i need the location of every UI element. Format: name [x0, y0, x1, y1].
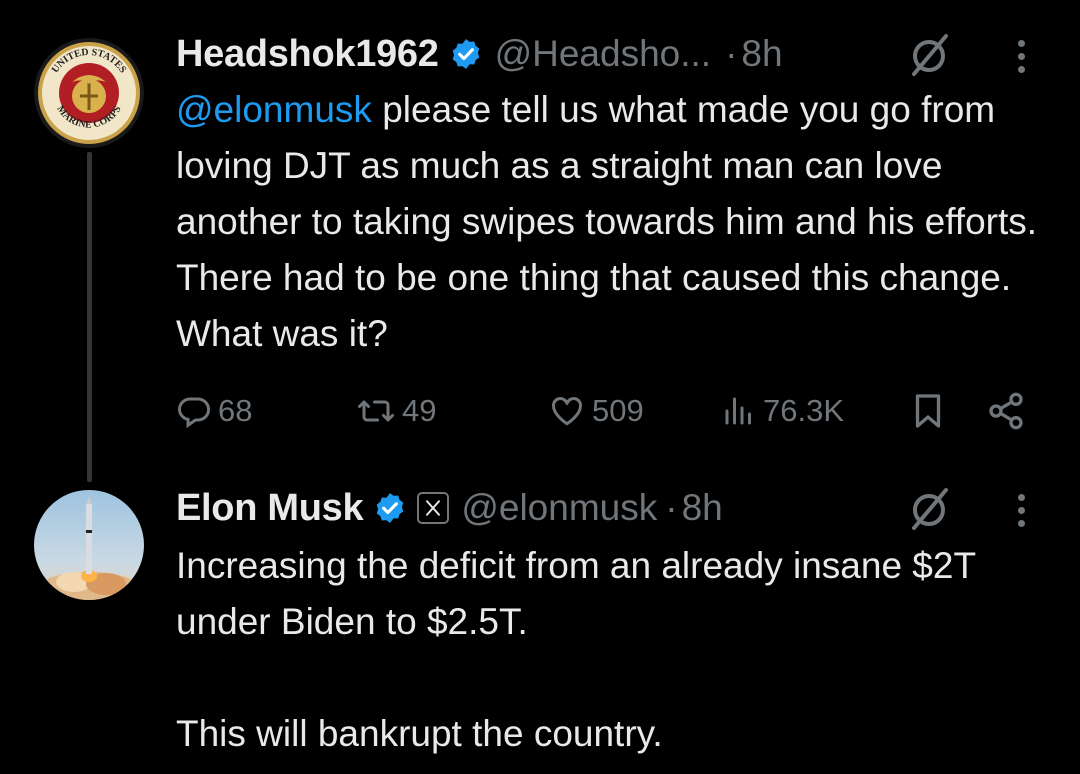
like-button[interactable]: 509: [548, 393, 644, 429]
tweet-header: Headshok1962 @Headsho... · 8h: [176, 26, 783, 82]
views-button[interactable]: 76.3K: [721, 393, 844, 429]
x-logo-icon[interactable]: [417, 492, 450, 524]
heart-icon: [552, 397, 582, 426]
avatar[interactable]: [34, 490, 144, 600]
repost-count: 49: [402, 393, 437, 428]
tweet-text: Increasing the deficit from an already i…: [176, 545, 976, 754]
grok-icon[interactable]: [906, 32, 952, 78]
tweet-header: Elon Musk @elonmusk · 8h: [176, 480, 723, 536]
share-icon: [989, 392, 1023, 430]
separator-dot: ·: [725, 33, 738, 74]
reply-icon: [177, 397, 211, 429]
display-name[interactable]: Headshok1962: [176, 33, 439, 76]
timestamp[interactable]: 8h: [682, 487, 723, 529]
views-count: 76.3K: [763, 393, 845, 428]
bookmark-icon: [915, 394, 941, 428]
marine-corps-emblem-icon: UNITED STATES MARINE CORPS: [34, 38, 144, 148]
tweet-body: @elonmusk please tell us what made you g…: [176, 82, 1056, 362]
user-handle[interactable]: @elonmusk: [461, 487, 657, 529]
tweet-actions: 68 49 509 76.3K: [176, 385, 1036, 437]
repost-icon: [358, 400, 394, 422]
like-count: 509: [592, 393, 644, 428]
share-button[interactable]: [986, 391, 1026, 431]
views-icon: [725, 397, 751, 425]
avatar[interactable]: UNITED STATES MARINE CORPS: [34, 38, 144, 148]
more-options-icon[interactable]: [1018, 40, 1025, 73]
user-handle[interactable]: @Headsho...: [495, 33, 712, 75]
reply-button[interactable]: 68: [176, 393, 252, 429]
grok-icon[interactable]: [906, 486, 952, 532]
verified-badge-icon: [373, 491, 407, 525]
reply-count: 68: [218, 393, 253, 428]
more-options-icon[interactable]: [1018, 494, 1025, 527]
repost-button[interactable]: 49: [356, 393, 436, 429]
mention-link[interactable]: @elonmusk: [176, 89, 372, 130]
rocket-launch-icon: [34, 490, 144, 600]
separator-dot: ·: [665, 487, 678, 528]
timestamp[interactable]: 8h: [741, 33, 782, 75]
tweet-body: Increasing the deficit from an already i…: [176, 538, 1056, 762]
thread-connector-line: [87, 152, 92, 482]
verified-badge-icon: [449, 37, 483, 71]
bookmark-button[interactable]: [910, 391, 946, 431]
display-name[interactable]: Elon Musk: [176, 487, 364, 530]
